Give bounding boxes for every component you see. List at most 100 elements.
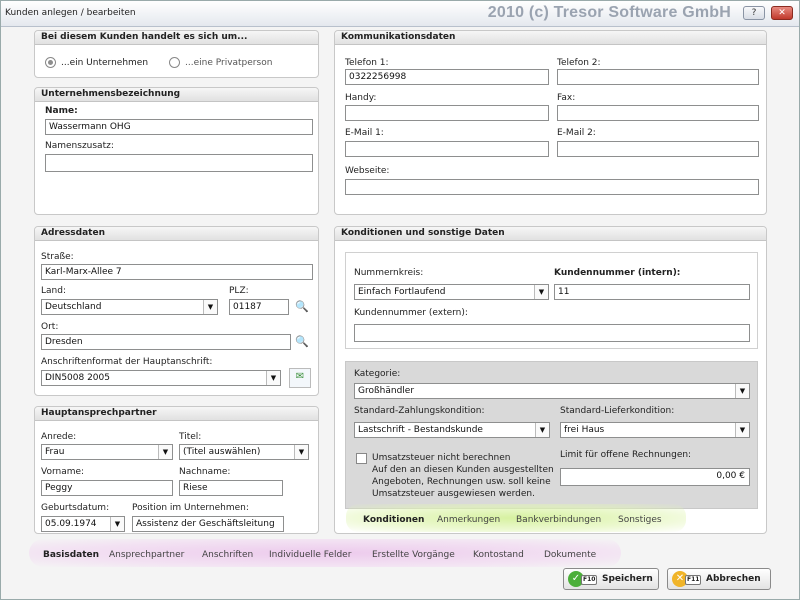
chevron-down-icon: ▼ bbox=[535, 423, 549, 437]
email2-label: E-Mail 2: bbox=[557, 128, 596, 138]
chevron-down-icon: ▼ bbox=[203, 300, 217, 314]
chevron-down-icon: ▼ bbox=[266, 371, 280, 385]
payment-term-select[interactable]: Lastschrift - Bestandskunde ▼ bbox=[354, 422, 550, 438]
firstname-input[interactable]: Peggy bbox=[41, 480, 173, 496]
tab-individuelle-felder[interactable]: Individuelle Felder bbox=[269, 550, 351, 560]
country-value: Deutschland bbox=[45, 302, 102, 312]
number-panel: Nummernkreis: Einfach Fortlaufend ▼ Kund… bbox=[345, 252, 758, 349]
zip-search-icon[interactable]: 🔍 bbox=[293, 299, 311, 315]
address-format-value: DIN5008 2005 bbox=[45, 373, 110, 383]
close-button[interactable]: ✕ bbox=[771, 6, 793, 20]
customer-dialog: Kunden anlegen / bearbeiten 2010 (c) Tre… bbox=[0, 0, 800, 600]
customer-type-group: Bei diesem Kunden handelt es sich um... … bbox=[34, 30, 319, 78]
street-label: Straße: bbox=[41, 252, 74, 262]
tab-sonstiges[interactable]: Sonstiges bbox=[618, 515, 662, 525]
phone2-input[interactable] bbox=[557, 69, 759, 85]
customer-id-input[interactable]: 11 bbox=[554, 284, 750, 300]
company-name-header: Unternehmensbezeichnung bbox=[35, 88, 318, 102]
invoice-limit-input[interactable]: 0,00 € bbox=[560, 468, 750, 486]
fax-input[interactable] bbox=[557, 105, 759, 121]
no-vat-desc-2: Angeboten, Rechnungen usw. soll keine bbox=[372, 477, 551, 487]
conditions-header: Konditionen und sonstige Daten bbox=[335, 227, 766, 241]
radio-private-label: ...eine Privatperson bbox=[185, 58, 273, 68]
radio-private[interactable] bbox=[169, 57, 180, 68]
communication-group: Kommunikationsdaten Telefon 1: 032225699… bbox=[334, 30, 767, 215]
tab-anmerkungen[interactable]: Anmerkungen bbox=[437, 515, 500, 525]
country-select[interactable]: Deutschland ▼ bbox=[41, 299, 218, 315]
position-input[interactable]: Assistenz der Geschäftsleitung bbox=[132, 516, 284, 532]
street-input[interactable]: Karl-Marx-Allee 7 bbox=[41, 264, 313, 280]
save-button[interactable]: ✓ F10 Speichern bbox=[563, 568, 659, 590]
tab-konditionen[interactable]: Konditionen bbox=[363, 515, 424, 525]
salutation-label: Anrede: bbox=[41, 432, 77, 442]
website-input[interactable] bbox=[345, 179, 759, 195]
mobile-input[interactable] bbox=[345, 105, 549, 121]
chevron-down-icon: ▼ bbox=[158, 445, 172, 459]
tab-basisdaten[interactable]: Basisdaten bbox=[43, 550, 99, 560]
tab-anschriften[interactable]: Anschriften bbox=[202, 550, 253, 560]
radio-company-label: ...ein Unternehmen bbox=[61, 58, 149, 68]
email2-input[interactable] bbox=[557, 141, 759, 157]
address-header: Adressdaten bbox=[35, 227, 318, 241]
cancel-label: Abbrechen bbox=[706, 574, 761, 584]
tab-erstellte-vorgaenge[interactable]: Erstellte Vorgänge bbox=[372, 550, 455, 560]
title-bar: Kunden anlegen / bearbeiten 2010 (c) Tre… bbox=[1, 1, 799, 27]
city-input[interactable]: Dresden bbox=[41, 334, 291, 350]
email1-label: E-Mail 1: bbox=[345, 128, 384, 138]
address-format-label: Anschriftenformat der Hauptanschrift: bbox=[41, 357, 213, 367]
help-button[interactable]: ? bbox=[743, 6, 765, 20]
tab-dokumente[interactable]: Dokumente bbox=[544, 550, 596, 560]
phone1-label: Telefon 1: bbox=[345, 58, 389, 68]
category-select[interactable]: Großhändler ▼ bbox=[354, 383, 750, 399]
customer-id-label: Kundennummer (intern): bbox=[554, 268, 681, 278]
brand-text: 2010 (c) Tresor Software GmbH bbox=[487, 4, 731, 21]
lastname-input[interactable]: Riese bbox=[179, 480, 283, 496]
tab-bankverbindungen[interactable]: Bankverbindungen bbox=[516, 515, 601, 525]
chevron-down-icon: ▼ bbox=[534, 285, 548, 299]
chevron-down-icon: ▼ bbox=[735, 423, 749, 437]
category-panel: Kategorie: Großhändler ▼ Standard-Zahlun… bbox=[345, 361, 758, 509]
cancel-button[interactable]: ✕ F11 Abbrechen bbox=[667, 568, 771, 590]
title-select[interactable]: (Titel auswählen) ▼ bbox=[179, 444, 309, 460]
tab-kontostand[interactable]: Kontostand bbox=[473, 550, 524, 560]
tab-ansprechpartner[interactable]: Ansprechpartner bbox=[109, 550, 184, 560]
salutation-value: Frau bbox=[45, 447, 65, 457]
main-contact-header: Hauptansprechpartner bbox=[35, 407, 318, 421]
phone2-label: Telefon 2: bbox=[557, 58, 601, 68]
fax-label: Fax: bbox=[557, 93, 576, 103]
customer-type-header: Bei diesem Kunden handelt es sich um... bbox=[35, 31, 318, 45]
name-input[interactable]: Wassermann OHG bbox=[45, 119, 313, 135]
company-name-group: Unternehmensbezeichnung Name: Wassermann… bbox=[34, 87, 319, 215]
birthdate-picker[interactable]: 05.09.1974 ▼ bbox=[41, 516, 125, 532]
cancel-shortcut: F11 bbox=[685, 575, 702, 585]
phone1-input[interactable]: 0322256998 bbox=[345, 69, 549, 85]
firstname-label: Vorname: bbox=[41, 467, 85, 477]
customer-id-ext-input[interactable] bbox=[354, 324, 750, 342]
city-label: Ort: bbox=[41, 322, 59, 332]
website-label: Webseite: bbox=[345, 166, 390, 176]
category-label: Kategorie: bbox=[354, 369, 401, 379]
no-vat-checkbox[interactable] bbox=[356, 453, 367, 464]
delivery-term-select[interactable]: frei Haus ▼ bbox=[560, 422, 750, 438]
email1-input[interactable] bbox=[345, 141, 549, 157]
delivery-term-label: Standard-Lieferkondition: bbox=[560, 406, 675, 416]
mobile-label: Handy: bbox=[345, 93, 377, 103]
city-search-icon[interactable]: 🔍 bbox=[293, 334, 311, 350]
title-label: Titel: bbox=[179, 432, 202, 442]
birthdate-value: 05.09.1974 bbox=[45, 519, 97, 529]
name-suffix-input[interactable] bbox=[45, 154, 313, 172]
name-label: Name: bbox=[45, 106, 78, 116]
address-group: Adressdaten Straße: Karl-Marx-Allee 7 La… bbox=[34, 226, 319, 396]
communication-header: Kommunikationsdaten bbox=[335, 31, 766, 45]
no-vat-desc-1: Auf den an diesen Kunden ausgestellten bbox=[372, 465, 554, 475]
radio-company[interactable] bbox=[45, 57, 56, 68]
zip-input[interactable]: 01187 bbox=[229, 299, 289, 315]
salutation-select[interactable]: Frau ▼ bbox=[41, 444, 173, 460]
number-range-select[interactable]: Einfach Fortlaufend ▼ bbox=[354, 284, 549, 300]
birthdate-label: Geburtsdatum: bbox=[41, 503, 110, 513]
lastname-label: Nachname: bbox=[179, 467, 231, 477]
address-format-select[interactable]: DIN5008 2005 ▼ bbox=[41, 370, 281, 386]
zip-label: PLZ: bbox=[229, 286, 249, 296]
envelope-format-icon[interactable]: ✉ bbox=[289, 368, 311, 388]
title-value: (Titel auswählen) bbox=[183, 447, 261, 457]
